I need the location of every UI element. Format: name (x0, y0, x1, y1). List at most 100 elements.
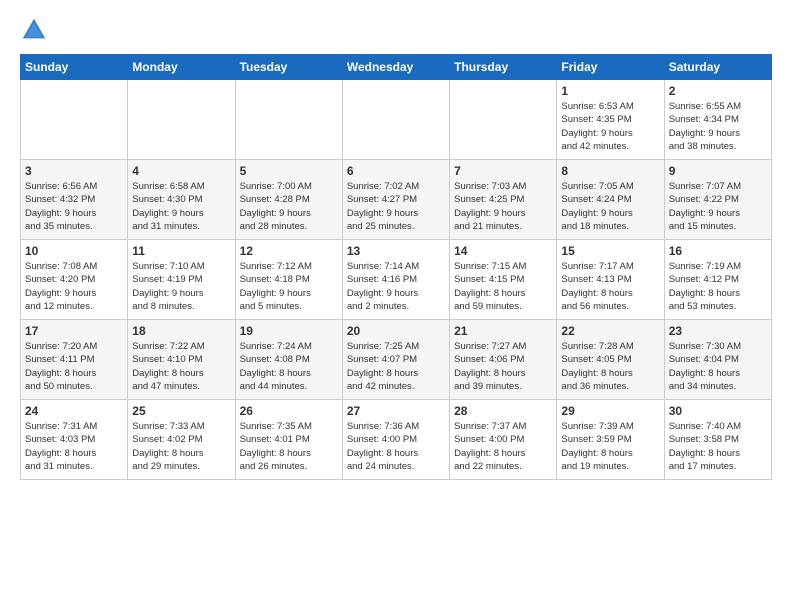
day-number: 24 (25, 404, 123, 418)
day-header-thursday: Thursday (450, 55, 557, 80)
day-header-saturday: Saturday (664, 55, 771, 80)
calendar-cell (235, 80, 342, 160)
calendar-cell: 15 Sunrise: 7:17 AM Sunset: 4:13 PM Dayli… (557, 240, 664, 320)
page-container: SundayMondayTuesdayWednesdayThursdayFrid… (0, 0, 792, 490)
calendar-cell: 23Sunrise: 7:30 AM Sunset: 4:04 PM Dayli… (664, 320, 771, 400)
day-number: 13 (347, 244, 445, 258)
day-number: 5 (240, 164, 338, 178)
day-info: Sunrise: 6:55 AM Sunset: 4:34 PM Dayligh… (669, 100, 767, 153)
day-info: Sunrise: 7:36 AM Sunset: 4:00 PM Dayligh… (347, 420, 445, 473)
day-number: 17 (25, 324, 123, 338)
day-header-wednesday: Wednesday (342, 55, 449, 80)
day-info: Sunrise: 7:31 AM Sunset: 4:03 PM Dayligh… (25, 420, 123, 473)
day-info: Sunrise: 7:19 AM Sunset: 4:12 PM Dayligh… (669, 260, 767, 313)
calendar-cell (450, 80, 557, 160)
calendar-cell: 6 Sunrise: 7:02 AM Sunset: 4:27 PM Daylig… (342, 160, 449, 240)
calendar-cell: 11 Sunrise: 7:10 AM Sunset: 4:19 PM Dayli… (128, 240, 235, 320)
calendar-cell: 12 Sunrise: 7:12 AM Sunset: 4:18 PM Dayli… (235, 240, 342, 320)
page-header (20, 16, 772, 44)
calendar-cell: 8Sunrise: 7:05 AM Sunset: 4:24 PM Daylig… (557, 160, 664, 240)
day-header-sunday: Sunday (21, 55, 128, 80)
day-info: Sunrise: 7:17 AM Sunset: 4:13 PM Dayligh… (561, 260, 659, 313)
day-info: Sunrise: 7:20 AM Sunset: 4:11 PM Dayligh… (25, 340, 123, 393)
day-number: 1 (561, 84, 659, 98)
day-number: 6 (347, 164, 445, 178)
day-number: 9 (669, 164, 767, 178)
day-number: 8 (561, 164, 659, 178)
day-info: Sunrise: 7:27 AM Sunset: 4:06 PM Dayligh… (454, 340, 552, 393)
day-number: 23 (669, 324, 767, 338)
day-header-monday: Monday (128, 55, 235, 80)
day-info: Sunrise: 7:00 AM Sunset: 4:28 PM Dayligh… (240, 180, 338, 233)
day-number: 29 (561, 404, 659, 418)
day-info: Sunrise: 7:28 AM Sunset: 4:05 PM Dayligh… (561, 340, 659, 393)
calendar-week-2: 10 Sunrise: 7:08 AM Sunset: 4:20 PM Dayli… (21, 240, 772, 320)
day-info: Sunrise: 7:39 AM Sunset: 3:59 PM Dayligh… (561, 420, 659, 473)
day-number: 4 (132, 164, 230, 178)
day-number: 2 (669, 84, 767, 98)
calendar-week-1: 3 Sunrise: 6:56 AM Sunset: 4:32 PM Daylig… (21, 160, 772, 240)
logo-icon (20, 16, 48, 44)
day-number: 16 (669, 244, 767, 258)
calendar-week-3: 17 Sunrise: 7:20 AM Sunset: 4:11 PM Dayli… (21, 320, 772, 400)
day-info: Sunrise: 6:56 AM Sunset: 4:32 PM Dayligh… (25, 180, 123, 233)
day-number: 20 (347, 324, 445, 338)
day-info: Sunrise: 7:14 AM Sunset: 4:16 PM Dayligh… (347, 260, 445, 313)
day-info: Sunrise: 7:10 AM Sunset: 4:19 PM Dayligh… (132, 260, 230, 313)
calendar-cell: 24 Sunrise: 7:31 AM Sunset: 4:03 PM Dayli… (21, 400, 128, 480)
day-header-friday: Friday (557, 55, 664, 80)
day-number: 27 (347, 404, 445, 418)
day-info: Sunrise: 6:58 AM Sunset: 4:30 PM Dayligh… (132, 180, 230, 233)
calendar-cell: 22 Sunrise: 7:28 AM Sunset: 4:05 PM Dayli… (557, 320, 664, 400)
calendar-cell: 2 Sunrise: 6:55 AM Sunset: 4:34 PM Daylig… (664, 80, 771, 160)
calendar-cell: 3 Sunrise: 6:56 AM Sunset: 4:32 PM Daylig… (21, 160, 128, 240)
calendar-cell: 16 Sunrise: 7:19 AM Sunset: 4:12 PM Dayli… (664, 240, 771, 320)
calendar-cell: 27 Sunrise: 7:36 AM Sunset: 4:00 PM Dayli… (342, 400, 449, 480)
day-number: 7 (454, 164, 552, 178)
day-number: 11 (132, 244, 230, 258)
day-info: Sunrise: 7:07 AM Sunset: 4:22 PM Dayligh… (669, 180, 767, 233)
day-info: Sunrise: 7:25 AM Sunset: 4:07 PM Dayligh… (347, 340, 445, 393)
calendar-cell: 17 Sunrise: 7:20 AM Sunset: 4:11 PM Dayli… (21, 320, 128, 400)
day-info: Sunrise: 7:24 AM Sunset: 4:08 PM Dayligh… (240, 340, 338, 393)
day-info: Sunrise: 7:22 AM Sunset: 4:10 PM Dayligh… (132, 340, 230, 393)
day-number: 12 (240, 244, 338, 258)
calendar-cell: 19Sunrise: 7:24 AM Sunset: 4:08 PM Dayli… (235, 320, 342, 400)
calendar-cell: 28Sunrise: 7:37 AM Sunset: 4:00 PM Dayli… (450, 400, 557, 480)
day-number: 28 (454, 404, 552, 418)
day-info: Sunrise: 7:08 AM Sunset: 4:20 PM Dayligh… (25, 260, 123, 313)
calendar-table: SundayMondayTuesdayWednesdayThursdayFrid… (20, 54, 772, 480)
day-number: 18 (132, 324, 230, 338)
day-info: Sunrise: 7:35 AM Sunset: 4:01 PM Dayligh… (240, 420, 338, 473)
calendar-header-row: SundayMondayTuesdayWednesdayThursdayFrid… (21, 55, 772, 80)
day-info: Sunrise: 7:12 AM Sunset: 4:18 PM Dayligh… (240, 260, 338, 313)
calendar-cell: 20 Sunrise: 7:25 AM Sunset: 4:07 PM Dayli… (342, 320, 449, 400)
day-info: Sunrise: 7:02 AM Sunset: 4:27 PM Dayligh… (347, 180, 445, 233)
calendar-cell: 30 Sunrise: 7:40 AM Sunset: 3:58 PM Dayli… (664, 400, 771, 480)
calendar-cell: 18 Sunrise: 7:22 AM Sunset: 4:10 PM Dayli… (128, 320, 235, 400)
calendar-cell: 29 Sunrise: 7:39 AM Sunset: 3:59 PM Dayli… (557, 400, 664, 480)
day-number: 26 (240, 404, 338, 418)
logo (20, 16, 52, 44)
calendar-week-0: 1 Sunrise: 6:53 AM Sunset: 4:35 PM Daylig… (21, 80, 772, 160)
calendar-cell (128, 80, 235, 160)
day-number: 3 (25, 164, 123, 178)
calendar-cell: 5 Sunrise: 7:00 AM Sunset: 4:28 PM Daylig… (235, 160, 342, 240)
day-number: 30 (669, 404, 767, 418)
calendar-cell: 21 Sunrise: 7:27 AM Sunset: 4:06 PM Dayli… (450, 320, 557, 400)
day-number: 14 (454, 244, 552, 258)
day-info: Sunrise: 6:53 AM Sunset: 4:35 PM Dayligh… (561, 100, 659, 153)
day-number: 10 (25, 244, 123, 258)
calendar-cell: 13 Sunrise: 7:14 AM Sunset: 4:16 PM Dayli… (342, 240, 449, 320)
calendar-cell: 4 Sunrise: 6:58 AM Sunset: 4:30 PM Daylig… (128, 160, 235, 240)
day-number: 22 (561, 324, 659, 338)
calendar-cell: 25Sunrise: 7:33 AM Sunset: 4:02 PM Dayli… (128, 400, 235, 480)
calendar-cell: 1 Sunrise: 6:53 AM Sunset: 4:35 PM Daylig… (557, 80, 664, 160)
calendar-cell: 7Sunrise: 7:03 AM Sunset: 4:25 PM Daylig… (450, 160, 557, 240)
day-number: 25 (132, 404, 230, 418)
day-number: 21 (454, 324, 552, 338)
day-number: 15 (561, 244, 659, 258)
day-info: Sunrise: 7:40 AM Sunset: 3:58 PM Dayligh… (669, 420, 767, 473)
calendar-week-4: 24 Sunrise: 7:31 AM Sunset: 4:03 PM Dayli… (21, 400, 772, 480)
calendar-cell (342, 80, 449, 160)
